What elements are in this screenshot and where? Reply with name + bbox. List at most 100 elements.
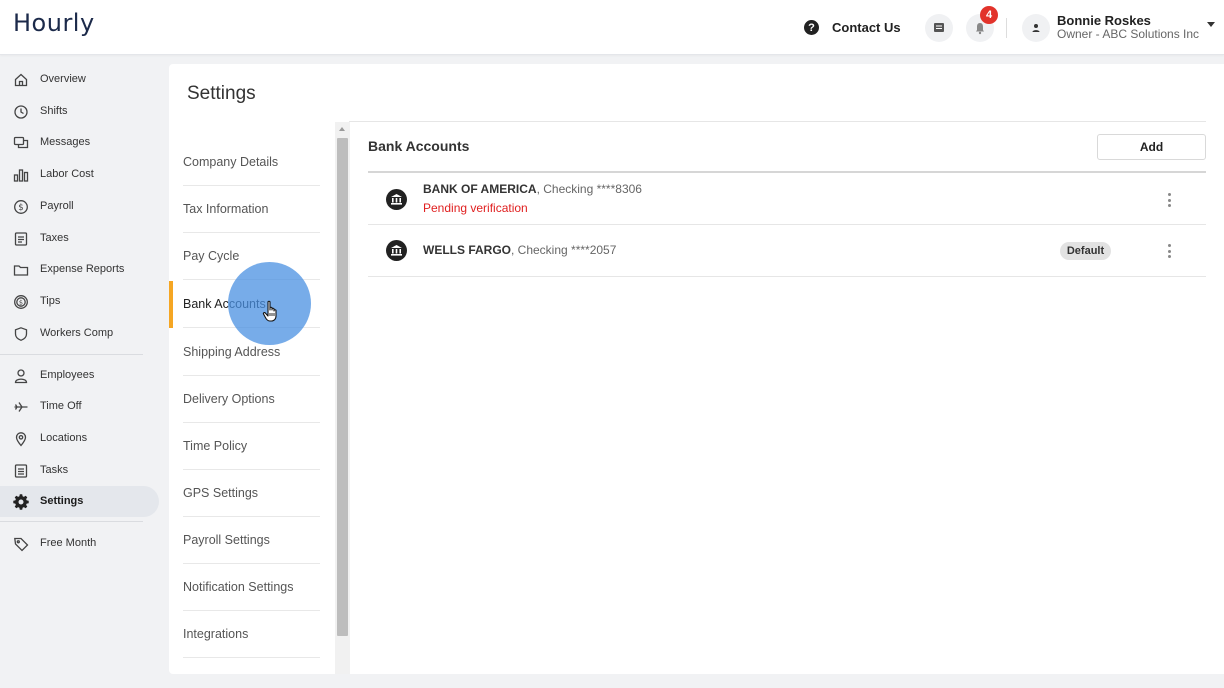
top-bar: Hourly ? Contact Us 4 Bonnie Roskes Owne…	[0, 0, 1224, 55]
notification-count-badge: 4	[980, 6, 998, 24]
user-avatar[interactable]	[1022, 14, 1050, 42]
submenu-item-time-policy[interactable]: Time Policy	[169, 423, 320, 470]
sidebar-item-label: Tasks	[40, 464, 69, 476]
app-logo[interactable]: Hourly	[13, 9, 95, 37]
add-bank-account-button[interactable]: Add	[1097, 134, 1206, 160]
divider	[183, 657, 320, 658]
sidebar-item-tips[interactable]: $ Tips	[0, 286, 159, 317]
more-options-icon[interactable]	[1163, 191, 1175, 209]
settings-panel: Settings Company Details Tax Information…	[169, 64, 1224, 674]
pin-icon	[15, 432, 27, 447]
sidebar-item-free-month[interactable]: Free Month	[0, 528, 159, 559]
bank-name: WELLS FARGO	[423, 243, 511, 257]
settings-submenu: Company Details Tax Information Pay Cycl…	[169, 122, 335, 674]
sidebar-item-label: Overview	[40, 73, 86, 85]
scroll-up-arrow-icon[interactable]	[339, 127, 345, 131]
contact-us-label: Contact Us	[832, 20, 901, 35]
bank-name: BANK OF AMERICA	[423, 182, 537, 196]
sidebar-item-label: Taxes	[40, 232, 69, 244]
chevron-down-icon[interactable]	[1207, 22, 1215, 27]
sidebar-item-payroll[interactable]: $ Payroll	[0, 191, 159, 222]
verification-status: Pending verification	[423, 201, 528, 215]
clock-icon	[14, 105, 28, 119]
gear-icon	[13, 494, 29, 510]
sidebar-item-label: Shifts	[40, 105, 68, 117]
user-role: Owner - ABC Solutions Inc	[1057, 27, 1200, 41]
sidebar-item-label: Messages	[40, 136, 91, 148]
person-icon	[1032, 24, 1040, 32]
home-icon	[14, 73, 28, 87]
nav-divider	[0, 354, 143, 355]
submenu-item-label: Notification Settings	[183, 580, 294, 594]
svg-text:$: $	[19, 299, 23, 307]
sidebar-item-label: Locations	[40, 432, 88, 444]
account-description: BANK OF AMERICA, Checking ****8306	[423, 182, 642, 196]
submenu-item-label: Pay Cycle	[183, 249, 240, 263]
header-divider	[1006, 18, 1007, 38]
submenu-scrollbar[interactable]	[335, 122, 350, 674]
sidebar-item-workers-comp[interactable]: Workers Comp	[0, 318, 159, 349]
submenu-item-label: Delivery Options	[183, 392, 275, 406]
sidebar-item-overview[interactable]: Overview	[0, 64, 159, 95]
sidebar-item-label: Employees	[40, 369, 95, 381]
sidebar-item-employees[interactable]: Employees	[0, 360, 159, 391]
shield-icon	[14, 327, 28, 341]
contact-us-button[interactable]: ? Contact Us	[796, 14, 912, 41]
scrollbar-thumb[interactable]	[337, 138, 348, 636]
sidebar-item-shifts[interactable]: Shifts	[0, 96, 159, 127]
submenu-item-label: Payroll Settings	[183, 533, 270, 547]
more-options-icon[interactable]	[1163, 242, 1175, 260]
submenu-item-label: Time Policy	[183, 439, 248, 453]
active-indicator	[169, 281, 173, 328]
bank-icon	[386, 240, 407, 261]
submenu-item-label: Company Details	[183, 155, 279, 169]
nav-divider	[0, 521, 143, 522]
account-detail: , Checking ****2057	[511, 243, 617, 257]
submenu-item-notification-settings[interactable]: Notification Settings	[169, 564, 320, 611]
document-icon	[14, 232, 28, 246]
title-divider	[349, 121, 1206, 122]
sidebar-item-tasks[interactable]: Tasks	[0, 455, 159, 486]
section-title: Bank Accounts	[368, 138, 470, 154]
message-icon	[934, 23, 944, 32]
svg-text:$: $	[18, 203, 23, 213]
sidebar-item-label: Payroll	[40, 200, 74, 212]
bank-account-row[interactable]: WELLS FARGO, Checking ****2057 Default	[368, 225, 1206, 277]
sidebar-item-settings[interactable]: Settings	[0, 486, 159, 517]
sidebar-item-label: Labor Cost	[40, 168, 94, 180]
messages-button[interactable]	[925, 14, 953, 42]
sidebar-item-taxes[interactable]: Taxes	[0, 223, 159, 254]
sidebar-item-expense-reports[interactable]: Expense Reports	[0, 254, 159, 285]
user-name[interactable]: Bonnie Roskes	[1057, 13, 1151, 28]
checklist-icon	[14, 464, 28, 478]
bank-account-row[interactable]: BANK OF AMERICA, Checking ****8306 Pendi…	[368, 173, 1206, 225]
sidebar-item-label: Workers Comp	[40, 327, 114, 339]
submenu-item-tax-information[interactable]: Tax Information	[169, 186, 320, 233]
sidebar-item-time-off[interactable]: Time Off	[0, 391, 159, 422]
submenu-item-gps-settings[interactable]: GPS Settings	[169, 470, 320, 517]
sidebar-item-messages[interactable]: Messages	[0, 127, 159, 158]
submenu-item-label: Integrations	[183, 627, 249, 641]
account-detail: , Checking ****8306	[536, 182, 642, 196]
page-title: Settings	[187, 83, 256, 104]
sidebar-item-label: Expense Reports	[40, 263, 125, 275]
submenu-item-payroll-settings[interactable]: Payroll Settings	[169, 517, 320, 564]
tag-icon	[14, 537, 29, 552]
sidebar-item-locations[interactable]: Locations	[0, 423, 159, 454]
sidebar-item-label: Time Off	[40, 400, 82, 412]
sidebar-item-labor-cost[interactable]: Labor Cost	[0, 159, 159, 190]
person-icon	[14, 369, 28, 384]
submenu-item-label: GPS Settings	[183, 486, 259, 500]
hand-cursor-icon	[262, 300, 277, 322]
sidebar-item-label: Free Month	[40, 537, 97, 549]
submenu-item-integrations[interactable]: Integrations	[169, 611, 320, 658]
submenu-item-delivery-options[interactable]: Delivery Options	[169, 376, 320, 423]
dollar-circle-icon: $	[14, 200, 28, 214]
bank-icon	[386, 189, 407, 210]
coin-icon: $	[14, 295, 28, 309]
submenu-item-label: Tax Information	[183, 202, 269, 216]
submenu-item-company-details[interactable]: Company Details	[169, 139, 320, 186]
sidebar-item-label: Tips	[40, 295, 61, 307]
help-icon: ?	[804, 20, 819, 35]
bar-chart-icon	[13, 169, 29, 182]
